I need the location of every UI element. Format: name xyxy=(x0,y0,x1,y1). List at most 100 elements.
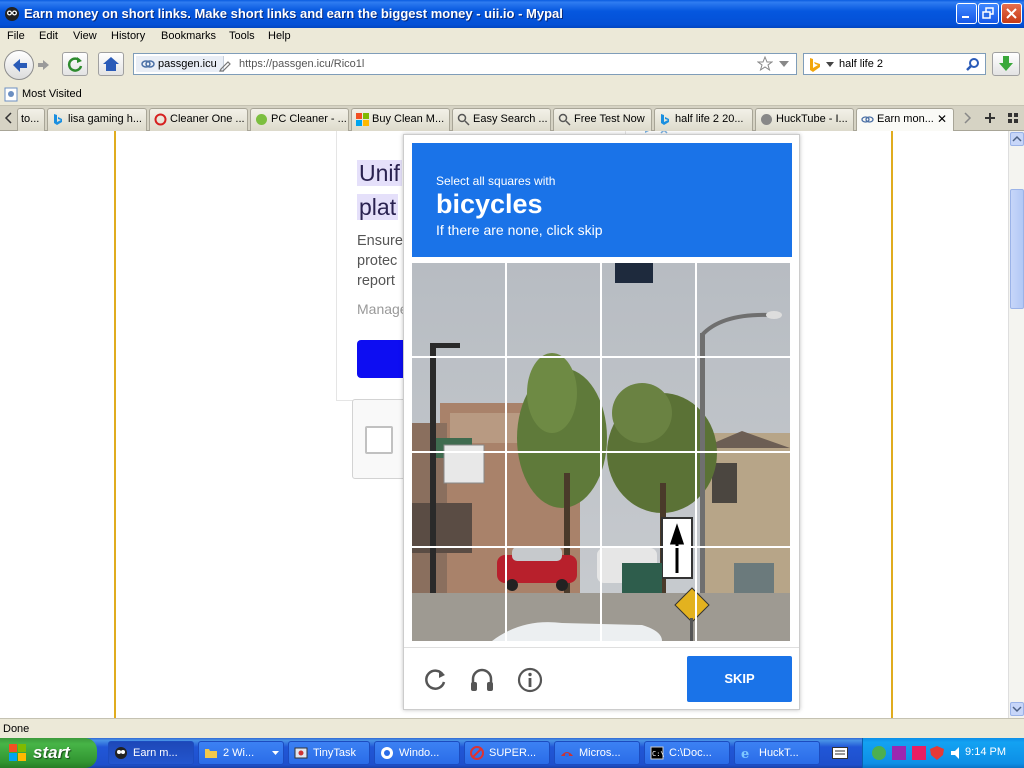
bing-icon xyxy=(54,114,62,125)
captcha-tile[interactable] xyxy=(602,548,696,641)
menu-history[interactable]: History xyxy=(111,30,145,42)
search-icon[interactable] xyxy=(965,57,980,72)
home-icon xyxy=(103,57,119,71)
search-engine-dropdown-icon[interactable] xyxy=(826,62,834,68)
back-button[interactable] xyxy=(4,50,34,80)
search-bar[interactable]: half life 2 xyxy=(803,53,986,75)
bing-icon xyxy=(661,114,669,125)
volume-icon[interactable] xyxy=(949,745,965,761)
taskbar-item[interactable]: 2 Wi... xyxy=(198,741,284,765)
tab-scroll-left-icon[interactable] xyxy=(4,112,14,124)
captcha-tile[interactable] xyxy=(697,453,790,547)
vertical-scrollbar[interactable] xyxy=(1008,131,1024,718)
tab-item[interactable]: half life 2 20... xyxy=(654,108,753,131)
hucktube-icon xyxy=(761,114,772,125)
home-button[interactable] xyxy=(98,52,124,76)
tab-strip: to... lisa gaming h... Cleaner One ... P… xyxy=(0,106,1024,132)
site-identity-button[interactable]: passgen.icu xyxy=(136,56,224,72)
forward-button[interactable] xyxy=(34,55,54,75)
taskbar-item[interactable]: TinyTask xyxy=(288,741,370,765)
taskbar-item[interactable]: C:\ C:\Doc... xyxy=(644,741,730,765)
url-text[interactable]: https://passgen.icu/Rico1l xyxy=(239,58,364,70)
taskbar-item[interactable]: Windo... xyxy=(374,741,460,765)
tab-item[interactable]: PC Cleaner - ... xyxy=(250,108,349,131)
captcha-tile[interactable] xyxy=(602,453,696,547)
taskbar-item-label: Earn m... xyxy=(133,747,178,759)
tab-item[interactable]: Easy Search ... xyxy=(452,108,551,131)
skip-button[interactable]: SKIP xyxy=(687,656,792,702)
url-dropdown-icon[interactable] xyxy=(779,61,789,69)
captcha-tile[interactable] xyxy=(412,263,506,357)
new-tab-icon[interactable] xyxy=(984,112,996,124)
chevron-up-icon xyxy=(1012,135,1022,142)
tab-item[interactable]: Cleaner One ... xyxy=(149,108,248,131)
captcha-tile[interactable] xyxy=(507,548,601,641)
bookmark-star-icon[interactable] xyxy=(757,56,773,72)
scroll-thumb[interactable] xyxy=(1010,189,1024,309)
minimize-button[interactable] xyxy=(956,3,977,24)
captcha-tile[interactable] xyxy=(507,263,601,357)
captcha-tile[interactable] xyxy=(507,358,601,452)
tab-item[interactable]: Buy Clean M... xyxy=(351,108,450,131)
close-tab-icon[interactable]: ✕ xyxy=(937,109,947,129)
search-icon xyxy=(558,113,571,126)
taskbar-item[interactable]: Earn m... xyxy=(108,741,194,765)
security-shield-icon[interactable] xyxy=(929,745,945,761)
menu-file[interactable]: File xyxy=(7,30,25,42)
captcha-tile[interactable] xyxy=(697,548,790,641)
captcha-tile[interactable] xyxy=(507,453,601,547)
restore-button[interactable] xyxy=(978,3,999,24)
reload-button[interactable] xyxy=(62,52,88,76)
tab-label: Earn mon... xyxy=(877,113,934,125)
menu-edit[interactable]: Edit xyxy=(39,30,58,42)
tab-label: Cleaner One ... xyxy=(170,113,245,125)
command-prompt-icon: C:\ xyxy=(650,746,664,760)
start-button[interactable]: start xyxy=(0,738,97,768)
bing-icon[interactable] xyxy=(808,57,822,73)
search-icon xyxy=(457,113,470,126)
tab-item[interactable]: Free Test Now xyxy=(553,108,652,131)
address-bar[interactable]: passgen.icu https://passgen.icu/Rico1l xyxy=(133,53,797,75)
menu-bookmarks[interactable]: Bookmarks xyxy=(161,30,216,42)
captcha-tile[interactable] xyxy=(697,263,790,357)
audio-challenge-icon[interactable] xyxy=(468,666,496,694)
window-title: Earn money on short links. Make short li… xyxy=(24,6,563,21)
taskbar-item[interactable]: SUPER... xyxy=(464,741,550,765)
clock[interactable]: 9:14 PM xyxy=(965,746,1006,758)
mypal-app-icon xyxy=(115,747,127,759)
tab-item[interactable]: lisa gaming h... xyxy=(47,108,147,131)
downloads-button[interactable] xyxy=(992,52,1020,76)
tray-app-icon[interactable] xyxy=(911,745,927,761)
captcha-tile[interactable] xyxy=(412,358,506,452)
tab-item[interactable]: to... xyxy=(17,108,45,131)
menu-view[interactable]: View xyxy=(73,30,97,42)
close-window-button[interactable] xyxy=(1001,3,1022,24)
search-input[interactable]: half life 2 xyxy=(839,58,883,70)
reload-icon xyxy=(67,57,83,72)
tab-scroll-right-icon[interactable] xyxy=(962,112,972,124)
captcha-tile[interactable] xyxy=(412,548,506,641)
captcha-tile[interactable] xyxy=(602,358,696,452)
keyboard-icon[interactable] xyxy=(832,747,848,759)
taskbar-item-label: Micros... xyxy=(579,747,621,759)
tab-label: Free Test Now xyxy=(574,113,645,125)
tab-active[interactable]: Earn mon... ✕ xyxy=(856,108,954,132)
reload-challenge-icon[interactable] xyxy=(421,666,449,694)
most-visited-bookmark[interactable]: Most Visited xyxy=(22,88,82,100)
edit-pencil-icon xyxy=(219,61,231,72)
captcha-tile[interactable] xyxy=(697,358,790,452)
taskbar-item[interactable]: Micros... xyxy=(554,741,640,765)
list-all-tabs-icon[interactable] xyxy=(1007,112,1019,124)
recaptcha-checkbox[interactable] xyxy=(365,426,393,454)
info-icon[interactable] xyxy=(516,666,544,694)
tab-item[interactable]: HuckTube - I... xyxy=(755,108,854,131)
menu-tools[interactable]: Tools xyxy=(229,30,255,42)
taskbar-item[interactable]: e HuckT... xyxy=(734,741,820,765)
tray-app-icon[interactable] xyxy=(871,745,887,761)
tray-app-icon[interactable] xyxy=(891,745,907,761)
menu-help[interactable]: Help xyxy=(268,30,291,42)
captcha-tile[interactable] xyxy=(412,453,506,547)
captcha-tile[interactable] xyxy=(602,263,696,357)
scroll-up-arrow[interactable] xyxy=(1010,132,1024,146)
scroll-down-arrow[interactable] xyxy=(1010,702,1024,716)
